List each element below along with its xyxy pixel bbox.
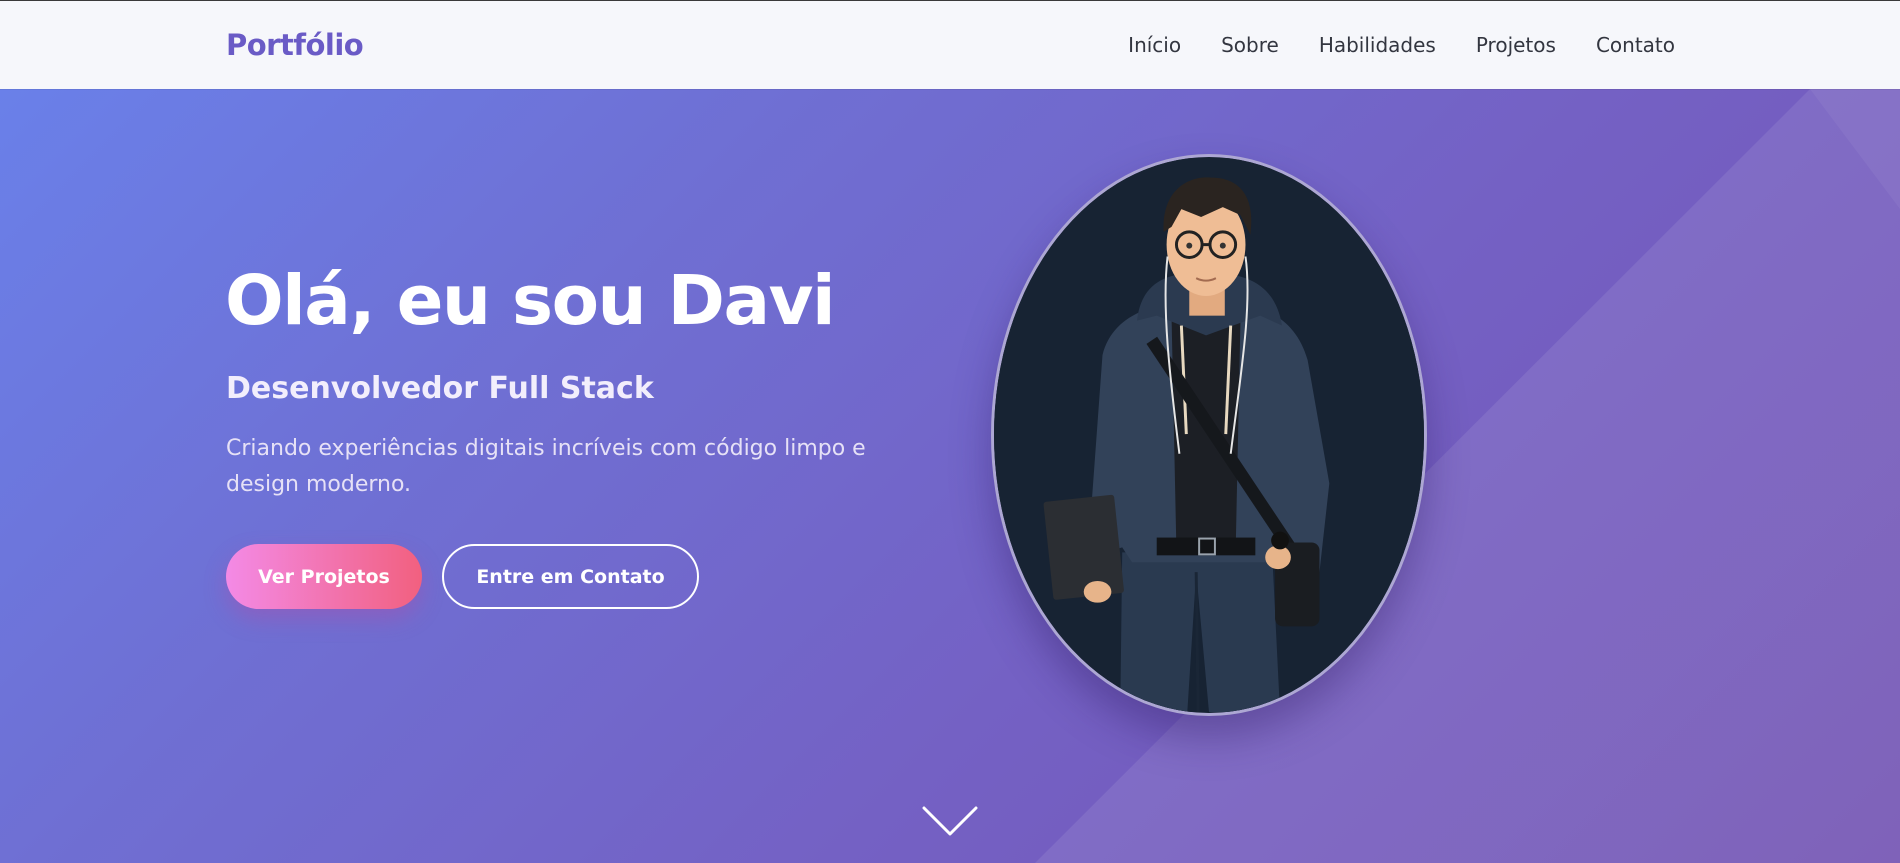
hero-description: Criando experiências digitais incríveis …	[226, 436, 866, 497]
nav-link-contato[interactable]: Contato	[1596, 33, 1675, 57]
nav-link-habilidades[interactable]: Habilidades	[1319, 33, 1436, 57]
view-projects-button[interactable]: Ver Projetos	[226, 544, 422, 609]
nav-menu: Início Sobre Habilidades Projetos Contat…	[1088, 33, 1675, 57]
site-logo[interactable]: Portfólio	[226, 28, 364, 62]
nav-link-sobre[interactable]: Sobre	[1221, 33, 1279, 57]
avatar-illustration	[994, 157, 1424, 713]
navbar: Portfólio Início Sobre Habilidades Proje…	[0, 0, 1900, 89]
hero-subtitle: Desenvolvedor Full Stack	[226, 371, 654, 406]
nav-link-projetos[interactable]: Projetos	[1476, 33, 1556, 57]
chevron-down-icon[interactable]	[922, 806, 978, 838]
hero-title: Olá, eu sou Davi	[225, 261, 836, 341]
avatar	[991, 154, 1427, 716]
nav-link-inicio[interactable]: Início	[1128, 33, 1181, 57]
hero-section: Olá, eu sou Davi Desenvolvedor Full Stac…	[0, 89, 1900, 863]
contact-button[interactable]: Entre em Contato	[442, 544, 699, 609]
